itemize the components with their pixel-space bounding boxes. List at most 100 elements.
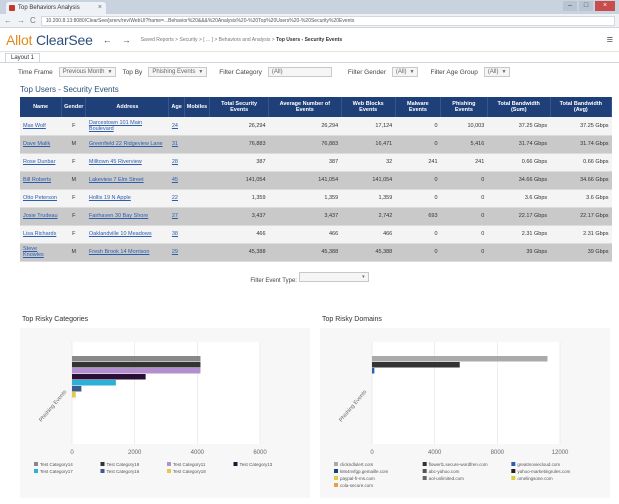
table-cell[interactable]: 38 — [168, 225, 185, 244]
x-tick-label: 4000 — [191, 450, 205, 456]
table-cell[interactable]: Oaklandville 10 Meadows — [85, 225, 169, 244]
table-cell[interactable]: Dave Malik — [20, 135, 62, 154]
table-cell[interactable]: 29 — [168, 243, 185, 262]
table-cell: 0.66 Gbps — [487, 153, 551, 172]
x-tick-label: 2000 — [128, 450, 142, 456]
column-header[interactable]: Total Security Events — [209, 97, 270, 117]
column-header[interactable]: Phishing Events — [440, 97, 488, 117]
breadcrumb-path[interactable]: Saved Reports > Security > [ ... ] > Beh… — [141, 37, 276, 43]
column-header[interactable]: Total Bandwidth (Avg) — [550, 97, 613, 117]
table-cell: 0 — [395, 171, 441, 190]
table-cell: 0 — [395, 243, 441, 262]
table-cell[interactable]: Bill Roberts — [20, 171, 62, 190]
table-cell[interactable]: Otto Peterson — [20, 189, 62, 208]
legend-swatch — [422, 476, 427, 480]
tab-layout-1[interactable]: Layout 1 — [5, 53, 41, 62]
table-row[interactable]: Josie Trudeau F Fairhaven 30 Bay Shore 27 3,… — [20, 207, 612, 226]
window-close-button[interactable]: × — [595, 1, 615, 11]
time-frame-select[interactable]: Previous Month ▼ — [58, 67, 117, 77]
table-cell — [184, 207, 210, 226]
table-cell[interactable]: 22 — [168, 189, 185, 208]
column-header[interactable]: Web Blocks Events — [341, 97, 396, 117]
table-cell[interactable]: Hollis 19 N Apple — [85, 189, 169, 208]
category-select[interactable]: (All) — [267, 67, 332, 77]
legend-item: flowerl1.secure-wordfren.com — [429, 462, 488, 467]
url-input[interactable]: 10.200.8.13:8080/ClearSee/jsrerv/rev/Web… — [40, 15, 615, 26]
gender-select[interactable]: (All) ▼ — [391, 67, 419, 77]
legend-swatch — [34, 469, 38, 473]
table-cell: 26,294 — [209, 117, 269, 136]
bar — [72, 380, 116, 386]
column-header[interactable]: Name — [20, 97, 63, 117]
table-cell: F — [61, 189, 86, 208]
logo-main: ClearSee — [35, 31, 93, 48]
browser-forward-icon[interactable]: → — [17, 16, 25, 25]
legend-item: yahoo-marketingrules.com — [517, 469, 570, 474]
breadcrumb: Saved Reports > Security > [ ... ] > Beh… — [141, 37, 597, 43]
table-cell[interactable]: Lakeview 7 Elm Street — [85, 171, 169, 190]
legend-item: Test Category14 — [40, 462, 73, 467]
legend-item: cola-secure.com — [340, 483, 373, 488]
browser-back-icon[interactable]: ← — [4, 16, 12, 25]
bar — [372, 362, 460, 368]
table-row[interactable]: Steve Knowles M Fresh Brook 14 Morrison 29 4… — [20, 243, 612, 262]
table-row[interactable]: Dave Malik M Greenfield 22 Ridgeview Lane 3… — [20, 135, 612, 154]
reload-icon[interactable]: C — [30, 16, 36, 25]
browser-tab[interactable]: Top Behaviors Analysis × — [6, 2, 106, 14]
minimize-button[interactable]: – — [563, 1, 577, 11]
table-cell[interactable]: Steve Knowles — [20, 243, 62, 262]
column-header[interactable]: Average Number of Events — [268, 97, 342, 117]
risky-domains-panel: Top Risky Domains 0 4000 8000 12000 Phishing… — [320, 316, 610, 500]
table-cell: 5,416 — [440, 135, 488, 154]
legend-swatch — [511, 469, 516, 473]
table-cell[interactable]: 31 — [168, 135, 185, 154]
table-row[interactable]: Rose Dunbar F Milltown 45 Riverview 28 387 38… — [20, 153, 612, 172]
column-header[interactable]: Malware Events — [395, 97, 442, 117]
table-cell[interactable]: 24 — [168, 117, 185, 136]
tab-close-icon[interactable]: × — [98, 2, 102, 14]
table-cell[interactable]: Darcestown 101 Main Boulevard — [85, 117, 169, 136]
table-cell[interactable]: Lisa Richards — [20, 225, 62, 244]
table-cell: 0 — [440, 207, 488, 226]
event-type-select[interactable]: ▾ — [298, 271, 369, 282]
column-header[interactable]: Address — [85, 97, 170, 117]
table-row[interactable]: Otto Peterson F Hollis 19 N Apple 22 1,359 1,… — [20, 189, 612, 208]
event-type-filter: Filter Event Type: ▾ — [0, 271, 619, 284]
table-cell[interactable]: 27 — [168, 207, 185, 226]
time-frame-value: Previous Month — [62, 69, 105, 75]
table-cell[interactable]: 45 — [168, 171, 185, 190]
app-back-icon[interactable]: ← — [103, 35, 112, 45]
table-cell[interactable]: Max Wolf — [20, 117, 62, 136]
table-cell: 45,388 — [341, 243, 396, 262]
table-cell: F — [61, 207, 86, 226]
app-forward-icon[interactable]: → — [122, 35, 131, 45]
table-cell[interactable]: Milltown 45 Riverview — [85, 153, 169, 172]
column-header[interactable]: Age — [168, 97, 185, 117]
risky-categories-panel: Top Risky Categories 0 2000 4000 6000 Phishi… — [20, 316, 310, 500]
time-frame-label: Time Frame — [18, 68, 53, 76]
table-cell: 0 — [395, 135, 441, 154]
table-cell[interactable]: 28 — [168, 153, 185, 172]
table-cell: 37.25 Gbps — [487, 117, 551, 136]
column-header[interactable]: Mobiles — [184, 97, 211, 117]
gender-value: (All) — [395, 69, 407, 75]
hamburger-menu-icon[interactable]: ≡ — [607, 34, 613, 46]
top-by-select[interactable]: Phishing Events ▼ — [148, 67, 208, 77]
maximize-button[interactable]: □ — [579, 1, 593, 11]
table-cell[interactable]: Fresh Brook 14 Morrison — [85, 243, 169, 262]
column-header[interactable]: Total Bandwidth (Sum) — [487, 97, 551, 117]
bar — [72, 362, 201, 368]
table-row[interactable]: Bill Roberts M Lakeview 7 Elm Street 45 141,… — [20, 171, 612, 190]
column-header[interactable]: Gender — [61, 97, 87, 117]
table-cell[interactable]: Greenfield 22 Ridgeview Lane — [85, 135, 169, 154]
legend-swatch — [167, 462, 171, 466]
table-row[interactable]: Lisa Richards F Oaklandville 10 Meadows 38 4… — [20, 225, 612, 244]
table-cell[interactable]: Fairhaven 30 Bay Shore — [85, 207, 169, 226]
table-cell[interactable]: Josie Trudeau — [20, 207, 62, 226]
breadcrumb-current: Top Users - Security Events — [276, 36, 343, 43]
age-group-select[interactable]: (All) ▼ — [483, 67, 511, 77]
x-tick-label: 6000 — [253, 450, 267, 456]
table-cell[interactable]: Rose Dunbar — [20, 153, 62, 172]
table-row[interactable]: Max Wolf F Darcestown 101 Main Boulevard 24… — [20, 117, 612, 136]
legend-item: paypal-fr-ms.com — [340, 476, 375, 481]
